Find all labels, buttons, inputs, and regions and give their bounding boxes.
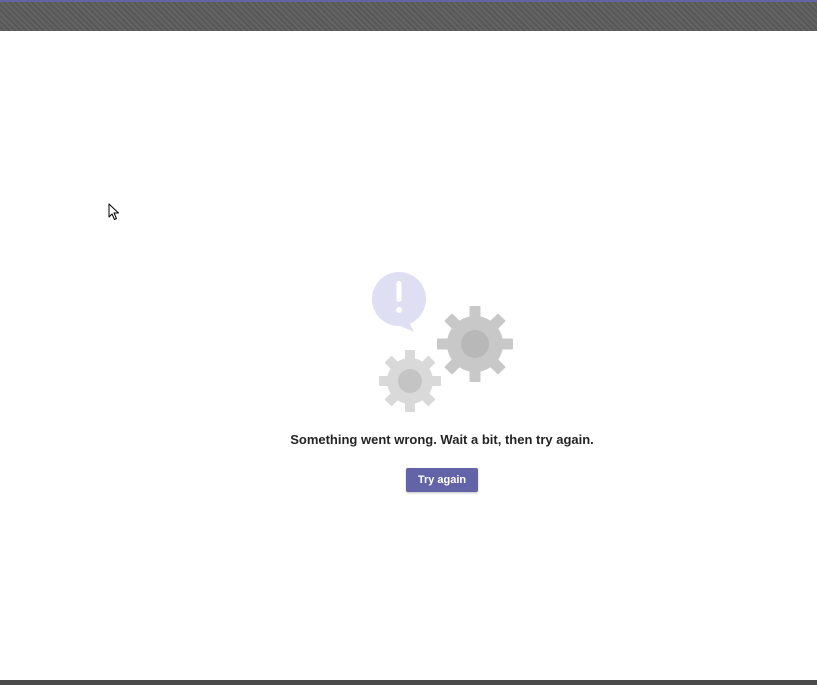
title-bar[interactable]: [0, 2, 817, 31]
small-gear-icon: [379, 350, 441, 412]
bottom-border: [0, 680, 817, 685]
try-again-button[interactable]: Try again: [406, 468, 478, 492]
alert-bubble-icon: [372, 272, 426, 332]
mouse-pointer-icon: [108, 203, 120, 221]
error-message: Something went wrong. Wait a bit, then t…: [290, 432, 594, 447]
error-illustration: [368, 268, 518, 418]
large-gear-icon: [437, 306, 513, 382]
